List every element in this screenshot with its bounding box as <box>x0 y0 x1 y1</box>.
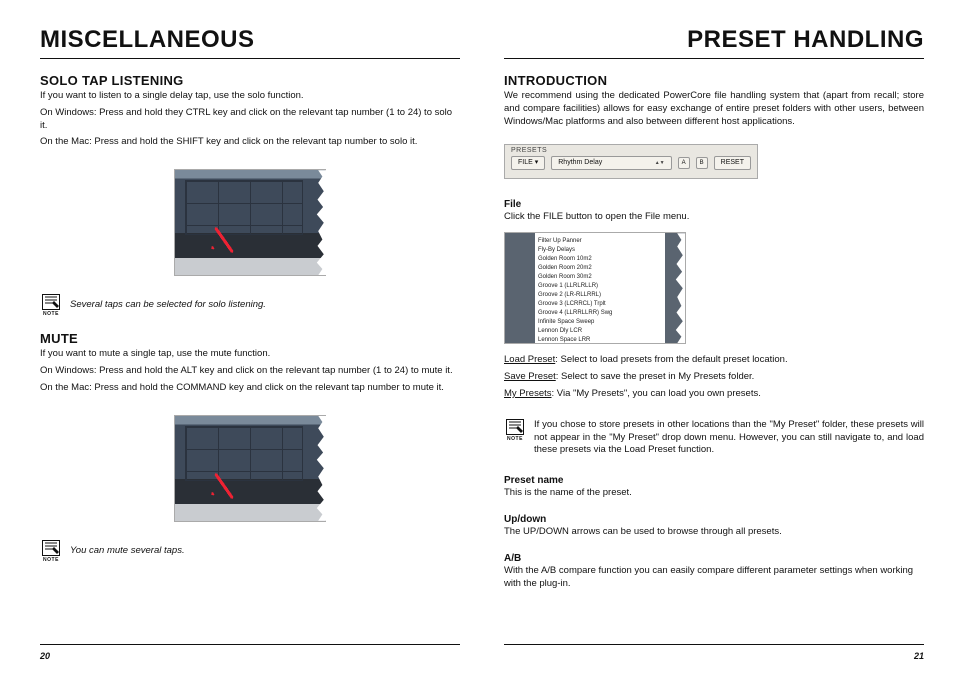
list-item: Groove 3 (LCRRCL) Trplt <box>538 300 612 309</box>
mute-windows: On Windows: Press and hold the ALT key a… <box>40 365 460 378</box>
title-rule-left <box>40 58 460 59</box>
heading-preset-name: Preset name <box>504 475 924 486</box>
page-number-left: 20 <box>40 651 50 661</box>
heading-file: File <box>504 199 924 210</box>
note-icon: NOTE <box>40 540 62 563</box>
heading-solo: SOLO TAP LISTENING <box>40 73 460 88</box>
list-item: Golden Room 20m2 <box>538 264 612 273</box>
list-item: Groove 4 (LLRRLLRR) Swg <box>538 309 612 318</box>
file-text: Click the FILE button to open the File m… <box>504 211 924 224</box>
list-item: Groove 1 (LLRLRLLR) <box>538 282 612 291</box>
solo-mac: On the Mac: Press and hold the SHIFT key… <box>40 136 460 149</box>
preset-name-field[interactable]: Rhythm Delay ▲▼ <box>551 156 671 170</box>
preset-name-text: This is the name of the preset. <box>504 487 924 500</box>
compare-a-button[interactable]: A <box>678 157 690 169</box>
note-icon: NOTE <box>40 294 62 317</box>
heading-updown: Up/down <box>504 514 924 525</box>
page-number-right: 21 <box>914 651 924 661</box>
save-preset-line: Save Preset: Select to save the preset i… <box>504 371 924 384</box>
file-menu-list: Filter Up Panner Fly-By Delays Golden Ro… <box>538 237 612 344</box>
title-rule-right <box>504 58 924 59</box>
updown-arrows-icon[interactable]: ▲▼ <box>655 161 665 165</box>
screenshot-solo-tap <box>174 169 326 276</box>
mute-intro: If you want to mute a single tap, use th… <box>40 348 460 361</box>
page-title-left: MISCELLANEOUS <box>40 26 255 54</box>
solo-windows: On Windows: Press and hold they CTRL key… <box>40 107 460 133</box>
right-column: PRESET HANDLING INTRODUCTION We recommen… <box>504 26 924 636</box>
solo-intro: If you want to listen to a single delay … <box>40 90 460 103</box>
list-item: Fly-By Delays <box>538 246 612 255</box>
solo-note-text: Several taps can be selected for solo li… <box>70 299 266 312</box>
list-item: Golden Room 10m2 <box>538 255 612 264</box>
reset-button[interactable]: RESET <box>714 156 751 170</box>
my-presets-line: My Presets: Via "My Presets", you can lo… <box>504 388 924 401</box>
file-button[interactable]: FILE ▾ <box>511 156 545 170</box>
heading-mute: MUTE <box>40 331 460 346</box>
preset-bar-label: PRESETS <box>511 147 751 154</box>
mute-note-text: You can mute several taps. <box>70 545 185 558</box>
ab-text: With the A/B compare function you can ea… <box>504 565 924 591</box>
load-preset-line: Load Preset: Select to load presets from… <box>504 354 924 367</box>
list-item: Golden Room 30m2 <box>538 273 612 282</box>
list-item: Infinite Space Sweep <box>538 318 612 327</box>
heading-ab: A/B <box>504 553 924 564</box>
list-item: Groove 2 (LR-RLLRRL) <box>538 291 612 300</box>
footer-rule <box>40 644 924 645</box>
list-item: Lennon Space LRR <box>538 336 612 344</box>
screenshot-mute-tap <box>174 415 326 522</box>
mute-mac: On the Mac: Press and hold the COMMAND k… <box>40 382 460 395</box>
screenshot-file-menu: Filter Up Panner Fly-By Delays Golden Ro… <box>504 232 686 344</box>
file-note-text: If you chose to store presets in other l… <box>534 419 924 457</box>
screenshot-preset-bar: PRESETS FILE ▾ Rhythm Delay ▲▼ A B RESET <box>504 144 758 179</box>
compare-b-button[interactable]: B <box>696 157 708 169</box>
intro-text: We recommend using the dedicated PowerCo… <box>504 90 924 128</box>
list-item: Filter Up Panner <box>538 237 612 246</box>
updown-text: The UP/DOWN arrows can be used to browse… <box>504 526 924 539</box>
list-item: Lennon Dly LCR <box>538 327 612 336</box>
note-icon: NOTE <box>504 419 526 457</box>
page-title-right: PRESET HANDLING <box>687 26 924 54</box>
left-column: MISCELLANEOUS SOLO TAP LISTENING If you … <box>40 26 460 636</box>
heading-intro: INTRODUCTION <box>504 73 924 88</box>
